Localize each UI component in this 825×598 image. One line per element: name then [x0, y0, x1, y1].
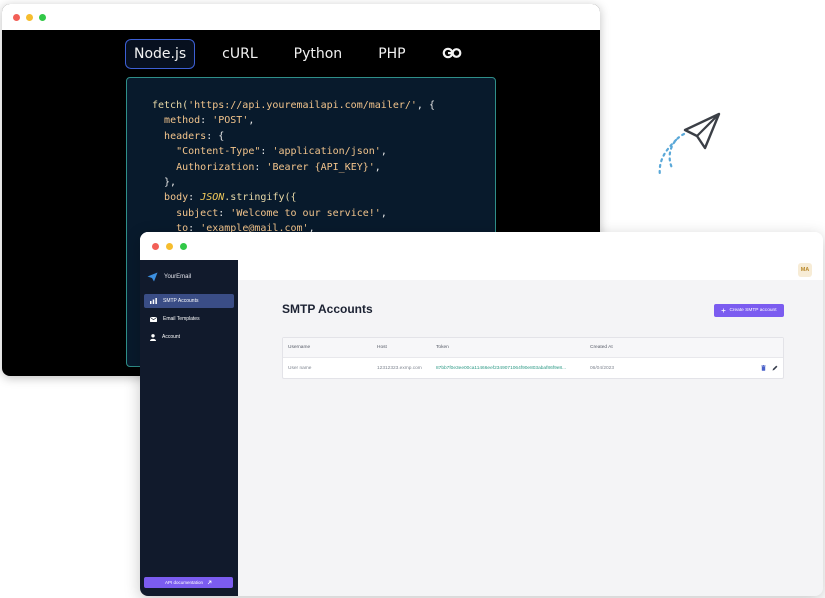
sidebar-item-email-templates[interactable]: Email Templates — [144, 312, 234, 326]
code-line: }, — [152, 177, 177, 189]
external-link-icon — [207, 580, 212, 585]
code-line: method: 'POST', — [164, 115, 255, 127]
language-tabs: Node.js cURL Python PHP Go — [125, 39, 489, 69]
create-smtp-account-label: Create SMTP account — [729, 308, 777, 313]
page-title: SMTP Accounts — [282, 302, 373, 316]
code-line: subject: 'Welcome to our service!', — [176, 207, 387, 219]
dashboard-window-titlebar — [140, 232, 823, 260]
trash-icon[interactable] — [761, 365, 766, 371]
minimize-window-icon[interactable] — [166, 242, 173, 250]
tab-go[interactable]: Go — [433, 39, 471, 69]
sidebar-item-account[interactable]: Account — [144, 330, 234, 344]
main-content: SMTP Accounts Create SMTP account Userna… — [238, 280, 823, 596]
brand[interactable]: YourEmail — [140, 260, 238, 286]
cell-host: 12312323.exmp.com — [377, 365, 422, 371]
code-line: body: JSON.stringify({ — [164, 192, 297, 204]
code-window-titlebar — [2, 4, 600, 30]
minimize-window-icon[interactable] — [26, 13, 33, 21]
column-header-created-at[interactable]: Created At — [590, 345, 613, 350]
api-documentation-label: API documentation — [164, 580, 204, 585]
column-header-token[interactable]: Token — [436, 345, 449, 350]
api-documentation-button[interactable]: API documentation — [144, 577, 233, 588]
tab-curl[interactable]: cURL — [213, 39, 266, 69]
cell-username: User name — [288, 365, 312, 371]
dashboard-window: YourEmail SMTP Accounts Email Templates … — [140, 232, 823, 596]
sidebar-item-label: SMTP Accounts — [163, 298, 199, 304]
cell-token[interactable]: 87bb7f0e3ee00ca11466eef2349071064f90e803… — [436, 366, 566, 371]
sidebar-nav: SMTP Accounts Email Templates Account — [140, 294, 238, 344]
code-line: headers: { — [164, 130, 225, 142]
create-smtp-account-button[interactable]: Create SMTP account — [714, 304, 784, 317]
top-bar: MA — [238, 260, 823, 280]
row-actions — [761, 365, 778, 371]
sidebar-item-label: Email Templates — [163, 316, 200, 322]
user-icon — [150, 333, 156, 341]
table-row[interactable]: User name 12312323.exmp.com 87bb7f0e3ee0… — [283, 358, 783, 378]
edit-pencil-icon[interactable] — [772, 365, 778, 371]
code-line: "Content-Type": 'application/json', — [176, 146, 387, 158]
plus-icon — [721, 308, 726, 313]
maximize-window-icon[interactable] — [39, 13, 46, 21]
tab-nodejs[interactable]: Node.js — [125, 39, 196, 69]
table-header: Username Host Token Created At — [283, 338, 783, 358]
sidebar: YourEmail SMTP Accounts Email Templates … — [140, 260, 238, 596]
column-header-username[interactable]: Username — [288, 345, 310, 350]
column-header-host[interactable]: Host — [377, 345, 387, 350]
paper-plane-logo-icon — [147, 272, 158, 282]
smtp-accounts-table: Username Host Token Created At User name… — [282, 337, 784, 379]
brand-name: YourEmail — [164, 274, 192, 280]
sidebar-item-smtp-accounts[interactable]: SMTP Accounts — [144, 294, 234, 308]
envelope-icon — [150, 316, 157, 322]
avatar[interactable]: MA — [798, 263, 812, 277]
tab-php[interactable]: PHP — [369, 39, 414, 69]
code-line: Authorization: 'Bearer {API_KEY}', — [176, 161, 381, 173]
close-window-icon[interactable] — [152, 242, 159, 250]
cell-created-at: 06/04/2023 — [590, 365, 615, 371]
chart-icon — [150, 298, 157, 304]
close-window-icon[interactable] — [13, 13, 20, 21]
go-logo-icon: Go — [442, 47, 462, 59]
maximize-window-icon[interactable] — [180, 242, 187, 250]
code-line: fetch('https://api.youremailapi.com/mail… — [152, 100, 435, 111]
paper-plane-icon — [658, 112, 721, 178]
tab-python[interactable]: Python — [285, 39, 352, 69]
sidebar-item-label: Account — [162, 334, 181, 340]
